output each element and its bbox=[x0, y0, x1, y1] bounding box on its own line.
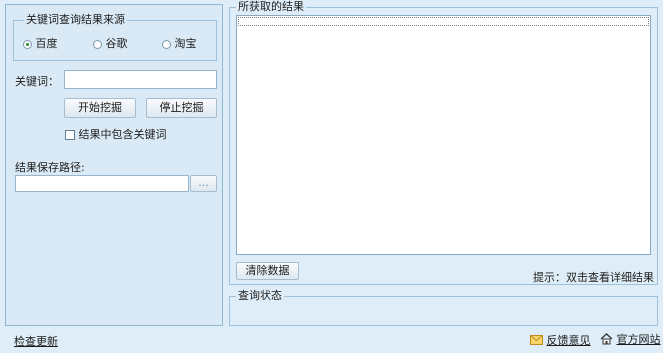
results-group-title: 所获取的结果 bbox=[236, 0, 306, 14]
radio-taobao-indicator bbox=[162, 39, 171, 49]
source-group-title: 关键词查询结果来源 bbox=[24, 13, 127, 27]
clear-data-button[interactable]: 清除数据 bbox=[236, 262, 299, 280]
feedback-link[interactable]: 反馈意见 bbox=[530, 332, 591, 348]
radio-taobao-label: 淘宝 bbox=[174, 37, 197, 50]
include-keyword-box bbox=[65, 130, 75, 140]
official-site-label: 官方网站 bbox=[616, 333, 661, 346]
radio-google-label: 谷歌 bbox=[105, 37, 128, 50]
results-list[interactable] bbox=[236, 15, 651, 255]
results-hint: 提示：双击查看详细结果 bbox=[533, 271, 654, 284]
radio-baidu-indicator bbox=[23, 39, 32, 49]
home-icon bbox=[600, 332, 613, 348]
keyword-label: 关键词： bbox=[15, 75, 59, 88]
radio-taobao[interactable]: 淘宝 bbox=[162, 35, 197, 51]
save-path-label: 结果保存路径: bbox=[15, 161, 85, 174]
include-keyword-label: 结果中包含关键词 bbox=[78, 128, 167, 141]
radio-baidu[interactable]: 百度 bbox=[23, 35, 58, 51]
browse-button[interactable]: ... bbox=[190, 175, 217, 192]
keyword-input[interactable] bbox=[64, 70, 217, 89]
save-path-input[interactable] bbox=[15, 175, 189, 192]
start-mining-button[interactable]: 开始挖掘 bbox=[64, 98, 136, 118]
include-keyword-checkbox[interactable]: 结果中包含关键词 bbox=[65, 126, 167, 142]
status-group-title: 查询状态 bbox=[236, 289, 284, 303]
radio-google-indicator bbox=[93, 39, 102, 49]
feedback-label: 反馈意见 bbox=[546, 334, 591, 347]
left-panel: 关键词查询结果来源 百度 谷歌 淘宝 关键词： 开始挖掘 停止挖掘 结果中包含关… bbox=[5, 4, 223, 326]
status-group: 查询状态 bbox=[229, 289, 658, 326]
source-group: 关键词查询结果来源 百度 谷歌 淘宝 bbox=[13, 13, 217, 61]
envelope-icon bbox=[530, 334, 543, 348]
official-site-link[interactable]: 官方网站 bbox=[600, 331, 661, 348]
results-list-focus-row bbox=[238, 17, 649, 26]
stop-mining-button[interactable]: 停止挖掘 bbox=[146, 98, 217, 118]
radio-baidu-label: 百度 bbox=[35, 37, 58, 50]
radio-google[interactable]: 谷歌 bbox=[93, 35, 128, 51]
check-update-link[interactable]: 检查更新 bbox=[14, 333, 58, 349]
results-group: 所获取的结果 清除数据 提示：双击查看详细结果 bbox=[229, 0, 658, 285]
